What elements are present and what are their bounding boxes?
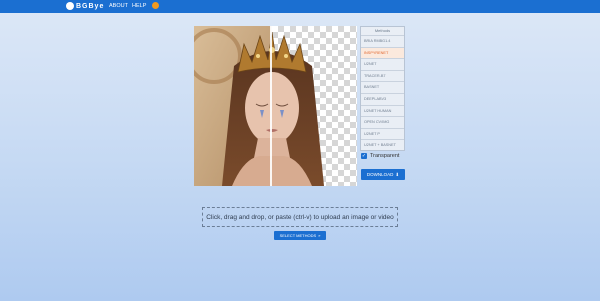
download-icon: ⬇ (395, 171, 400, 177)
brand-name: BGBye (76, 2, 105, 10)
method-item[interactable]: U2NET + BASNET (361, 139, 404, 151)
top-navigation-bar: BGBye ABOUT HELP (0, 0, 600, 13)
upload-dropzone[interactable]: Click, drag and drop, or paste (ctrl-v) … (202, 207, 398, 227)
method-item[interactable]: DEEPLABV3 (361, 92, 404, 105)
nav-about-link[interactable]: ABOUT (109, 3, 128, 9)
nav-help-link[interactable]: HELP (132, 3, 146, 9)
preview-image (194, 26, 357, 186)
transparent-option: ✓ Transparent (361, 153, 399, 159)
transparent-checkbox[interactable]: ✓ (361, 153, 367, 159)
orange-circle-icon[interactable] (152, 2, 159, 9)
image-preview-comparison[interactable] (194, 26, 357, 186)
method-item[interactable]: TRACER-B7 (361, 69, 404, 82)
select-methods-label: SELECT METHODS (279, 233, 317, 238)
method-item[interactable]: U2NET P (361, 127, 404, 140)
double-chevron-icon: » (318, 233, 321, 238)
method-item[interactable]: OPEN CV/IMG (361, 116, 404, 128)
methods-panel: Methods BRIA RMBG1.4 INSPYRENET U2NET TR… (360, 26, 405, 151)
brand-logo[interactable]: BGBye (66, 2, 104, 10)
method-item[interactable]: U2NET HUMAN (361, 104, 404, 117)
methods-title: Methods (374, 28, 391, 33)
method-item[interactable]: BASNET (361, 81, 404, 93)
upload-instructions: Click, drag and drop, or paste (ctrl-v) … (206, 213, 394, 221)
method-item-active[interactable]: INSPYRENET (361, 46, 404, 59)
method-item[interactable]: BRIA RMBG1.4 (361, 35, 404, 47)
download-button[interactable]: DOWNLOAD ⬇ (361, 169, 405, 180)
transparent-label: Transparent (370, 153, 400, 159)
method-item[interactable]: U2NET (361, 58, 404, 70)
logo-icon (66, 2, 74, 10)
download-label: DOWNLOAD (366, 172, 394, 177)
comparison-slider-handle[interactable] (270, 26, 272, 186)
select-methods-button[interactable]: SELECT METHODS » (274, 231, 326, 240)
